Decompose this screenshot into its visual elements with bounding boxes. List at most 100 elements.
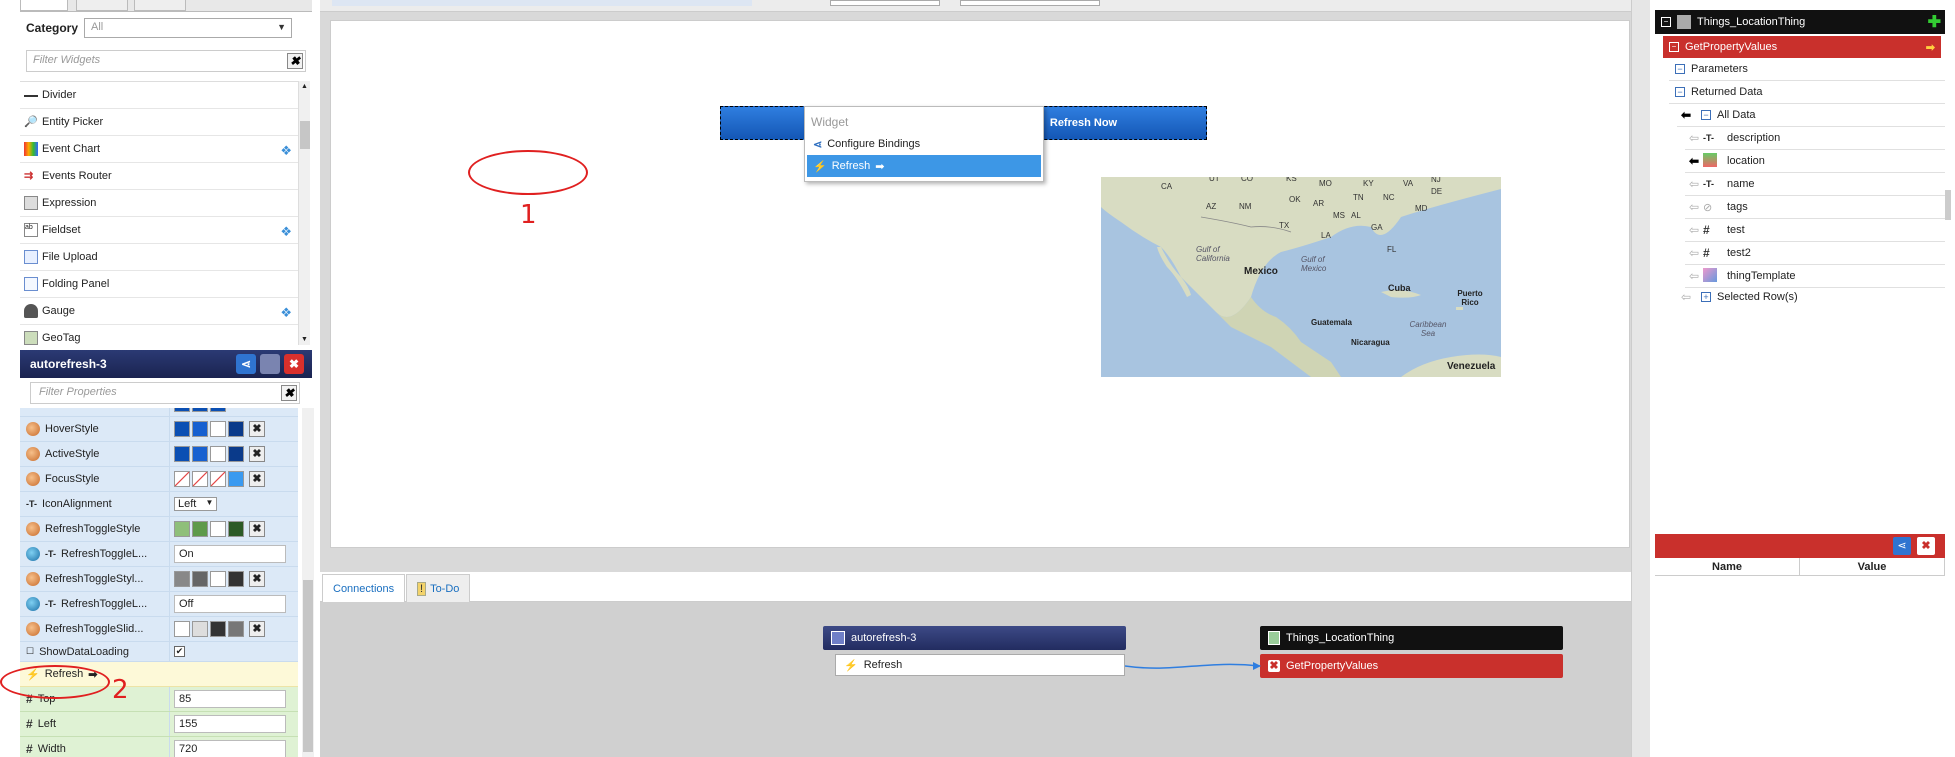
scroll-thumb[interactable] xyxy=(1945,190,1951,220)
tree-item[interactable]: ⬅ location xyxy=(1685,150,1945,173)
collapse-icon[interactable]: − xyxy=(1661,17,1671,27)
list-item[interactable]: Folding Panel xyxy=(20,271,298,298)
tree-item[interactable]: ⇦ ⊘ tags xyxy=(1685,196,1945,219)
properties-scrollbar[interactable] xyxy=(302,408,314,757)
scroll-thumb[interactable] xyxy=(300,121,310,149)
share-icon[interactable]: ⋖ xyxy=(1893,537,1911,555)
list-item[interactable]: File Upload xyxy=(20,244,298,271)
top-input[interactable]: 85 xyxy=(174,690,286,708)
map-widget[interactable]: Mexico Gulf of California Gulf of Mexico… xyxy=(1101,177,1501,377)
tree-item[interactable]: ⇦ # test2 xyxy=(1685,242,1945,265)
list-item[interactable]: Gauge ❖ xyxy=(20,298,298,325)
toolbar-buttons[interactable] xyxy=(332,0,752,6)
refresh-menu-item[interactable]: ⚡ Refresh ➡ xyxy=(807,155,1041,177)
table-row[interactable]: # Left 155 xyxy=(20,712,298,737)
tab-session[interactable] xyxy=(134,0,186,11)
tab-todo[interactable]: ! To-Do xyxy=(406,574,471,602)
remove-binding-icon[interactable]: ✖ xyxy=(1268,660,1280,672)
geotag-icon xyxy=(24,331,38,345)
clear-style-button[interactable]: ✖ xyxy=(249,421,265,437)
tree-item[interactable]: ⇦ -T-description xyxy=(1685,127,1945,150)
language-select[interactable] xyxy=(960,0,1100,6)
share-icon[interactable]: ⋖ xyxy=(236,354,256,374)
tab-connections[interactable]: Connections xyxy=(322,574,406,602)
list-item[interactable]: ab Fieldset ❖ xyxy=(20,217,298,244)
table-row[interactable]: RefreshToggleStyl... ✖ xyxy=(20,567,298,592)
tree-item[interactable]: − Parameters xyxy=(1669,58,1945,81)
available-space-select[interactable] xyxy=(830,0,940,6)
clear-widgets-filter-button[interactable]: ✖ xyxy=(287,53,303,69)
table-row[interactable]: ActiveStyle ✖ xyxy=(20,442,298,467)
table-row[interactable]: FocusStyle ✖ xyxy=(20,467,298,492)
tree-item[interactable]: ⇦ -T-name xyxy=(1685,173,1945,196)
table-row[interactable]: ☐ ShowDataLoading ✔ xyxy=(20,642,298,662)
list-item[interactable]: 🔎 Entity Picker xyxy=(20,109,298,136)
table-row[interactable] xyxy=(20,408,298,417)
delete-icon[interactable]: ✖ xyxy=(284,354,304,374)
widget-list-scrollbar[interactable]: ▲ ▼ xyxy=(298,81,310,345)
show-data-loading-checkbox[interactable]: ✔ xyxy=(174,646,185,657)
source-event-node[interactable]: ⚡ Refresh xyxy=(835,654,1125,676)
refresh-toggle-label-on-input[interactable]: On xyxy=(174,545,286,563)
clear-style-button[interactable]: ✖ xyxy=(249,521,265,537)
source-widget-node[interactable]: autorefresh-3 xyxy=(823,626,1126,650)
collapse-icon[interactable]: − xyxy=(1675,87,1685,97)
collapse-icon[interactable]: − xyxy=(1701,110,1711,120)
list-item[interactable]: ⇉ Events Router xyxy=(20,163,298,190)
table-row[interactable]: HoverStyle ✖ xyxy=(20,417,298,442)
tab-widgets[interactable] xyxy=(20,0,68,11)
list-item[interactable]: Divider xyxy=(20,82,298,109)
color-swatch xyxy=(228,571,244,587)
clear-properties-filter-button[interactable]: ✖ xyxy=(281,385,297,401)
collapse-icon[interactable]: − xyxy=(1675,64,1685,74)
chevron-down-icon: ▼ xyxy=(205,498,214,507)
expand-icon[interactable]: + xyxy=(1701,291,1711,302)
thing-icon xyxy=(1677,15,1691,29)
thing-name: Things_LocationThing xyxy=(1697,16,1806,28)
table-row[interactable]: -T- RefreshToggleL... On xyxy=(20,542,298,567)
scroll-down-icon[interactable]: ▼ xyxy=(301,336,308,343)
panel-splitter[interactable] xyxy=(1631,0,1650,757)
tab-data[interactable] xyxy=(76,0,128,11)
color-swatch xyxy=(210,571,226,587)
close-icon[interactable]: ✖ xyxy=(1917,537,1935,555)
table-row[interactable]: # Width 720 xyxy=(20,737,298,757)
list-item[interactable]: Expression xyxy=(20,190,298,217)
configure-bindings-menu-item[interactable]: ⋖ Configure Bindings xyxy=(807,133,1041,155)
clear-style-button[interactable]: ✖ xyxy=(249,446,265,462)
collapse-icon[interactable]: − xyxy=(1669,42,1679,52)
clear-style-button[interactable]: ✖ xyxy=(249,621,265,637)
color-swatch xyxy=(210,421,226,437)
filter-properties-input[interactable]: Filter Properties ✖ xyxy=(30,382,300,404)
tree-item[interactable]: ⇦ + Selected Row(s) xyxy=(1677,285,1945,308)
table-row[interactable]: RefreshToggleSlid... ✖ xyxy=(20,617,298,642)
target-thing-node[interactable]: Things_LocationThing xyxy=(1260,626,1563,650)
table-row[interactable]: -T- IconAlignment Left ▼ xyxy=(20,492,298,517)
clear-style-button[interactable]: ✖ xyxy=(249,571,265,587)
table-row[interactable]: RefreshToggleStyle ✖ xyxy=(20,517,298,542)
settings-icon[interactable] xyxy=(260,354,280,374)
list-item[interactable]: Event Chart ❖ xyxy=(20,136,298,163)
arrow-left-icon: ⇦ xyxy=(1688,131,1700,145)
filter-widgets-input[interactable]: Filter Widgets ✖ xyxy=(26,50,306,72)
left-input[interactable]: 155 xyxy=(174,715,286,733)
list-item[interactable]: GeoTag xyxy=(20,325,298,345)
refresh-toggle-label-off-input[interactable]: Off xyxy=(174,595,286,613)
category-select[interactable]: All xyxy=(84,18,293,38)
tree-item[interactable]: − Returned Data xyxy=(1669,81,1945,104)
table-row[interactable]: -T- RefreshToggleL... Off xyxy=(20,592,298,617)
map-label: Puerto Rico xyxy=(1457,289,1483,307)
tree-item[interactable]: ⬅ − All Data xyxy=(1677,104,1945,127)
clear-style-button[interactable]: ✖ xyxy=(249,471,265,487)
property-label: RefreshToggleSlid... xyxy=(45,623,144,635)
scroll-thumb[interactable] xyxy=(303,580,313,752)
boolean-icon: ☐ xyxy=(26,646,35,656)
scroll-up-icon[interactable]: ▲ xyxy=(301,83,308,90)
add-service-icon[interactable]: ✚ xyxy=(1928,12,1941,32)
target-service-node[interactable]: ✖ GetPropertyValues xyxy=(1260,654,1563,678)
thing-header[interactable]: − Things_LocationThing ✚ xyxy=(1655,10,1945,34)
width-input[interactable]: 720 xyxy=(174,740,286,757)
service-row[interactable]: − GetPropertyValues ➡ xyxy=(1663,36,1941,58)
tree-item[interactable]: ⇦ # test xyxy=(1685,219,1945,242)
icon-alignment-select[interactable]: Left ▼ xyxy=(174,497,218,511)
